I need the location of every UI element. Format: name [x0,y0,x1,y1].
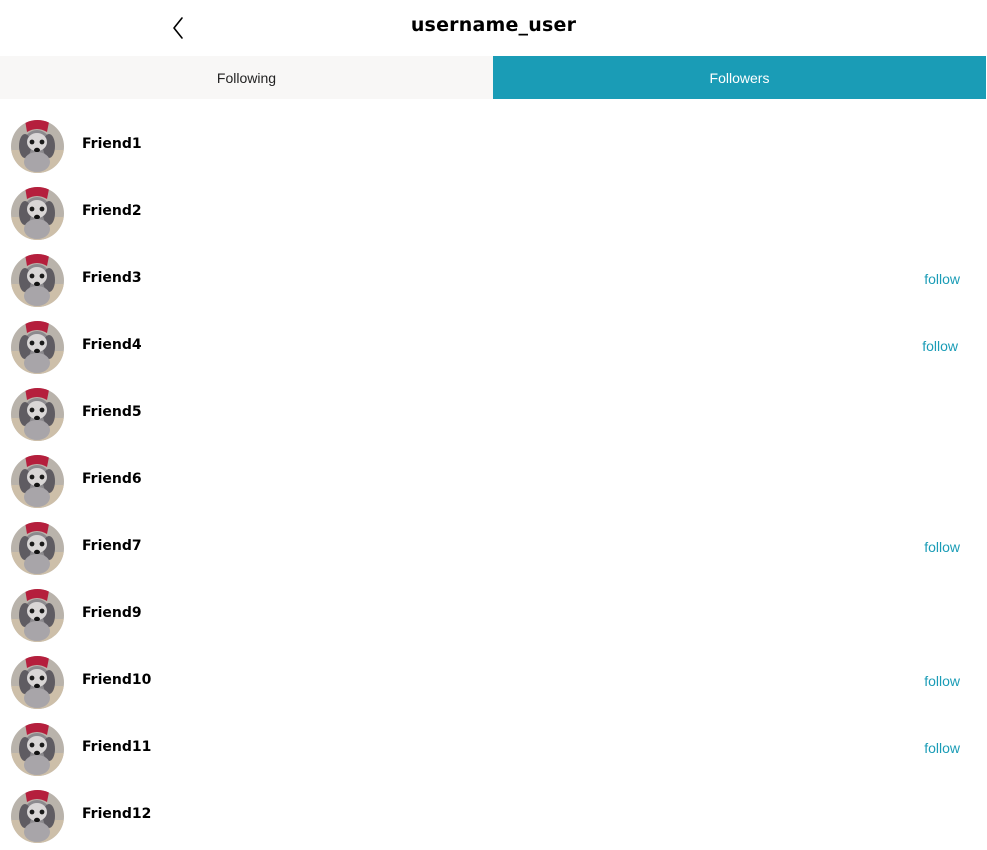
tab-following[interactable]: Following [0,56,493,99]
avatar[interactable] [11,321,64,374]
list-item: Friend1 [0,113,987,180]
avatar[interactable] [11,656,64,709]
back-button[interactable] [164,12,192,44]
tab-followers[interactable]: Followers [493,56,986,99]
follower-name[interactable]: Friend6 [82,471,142,487]
list-item: Friend3 follow [0,247,987,314]
follower-name[interactable]: Friend9 [82,605,142,621]
follower-name[interactable]: Friend3 [82,270,142,286]
avatar[interactable] [11,120,64,173]
page-title: username_user [410,14,577,36]
follower-name[interactable]: Friend1 [82,136,142,152]
follower-name[interactable]: Friend12 [82,806,151,822]
followers-list: Friend1 Friend2 Friend3 follow Friend4 follow… [0,113,987,850]
follow-button[interactable]: follow [924,673,960,689]
avatar[interactable] [11,790,64,843]
avatar[interactable] [11,723,64,776]
avatar[interactable] [11,388,64,441]
list-item: Friend12 [0,783,987,850]
follower-name[interactable]: Friend10 [82,672,151,688]
avatar[interactable] [11,254,64,307]
avatar[interactable] [11,187,64,240]
follow-button[interactable]: follow [924,740,960,756]
list-item: Friend10 follow [0,649,987,716]
list-item: Friend9 [0,582,987,649]
top-bar: username_user [0,0,987,56]
list-item: Friend7 follow [0,515,987,582]
chevron-left-icon [173,17,183,39]
list-item: Friend4 follow [0,314,987,381]
follow-button[interactable]: follow [924,539,960,555]
avatar[interactable] [11,455,64,508]
list-item: Friend6 [0,448,987,515]
list-item: Friend5 [0,381,987,448]
list-item: Friend11 follow [0,716,987,783]
follower-name[interactable]: Friend4 [82,337,142,353]
follow-button[interactable]: follow [924,271,960,287]
follow-button[interactable]: follow [922,338,958,354]
avatar[interactable] [11,589,64,642]
list-item: Friend2 [0,180,987,247]
tab-bar: Following Followers [0,56,987,99]
follower-name[interactable]: Friend7 [82,538,142,554]
follower-name[interactable]: Friend11 [82,739,151,755]
follower-name[interactable]: Friend5 [82,404,142,420]
avatar[interactable] [11,522,64,575]
follower-name[interactable]: Friend2 [82,203,142,219]
